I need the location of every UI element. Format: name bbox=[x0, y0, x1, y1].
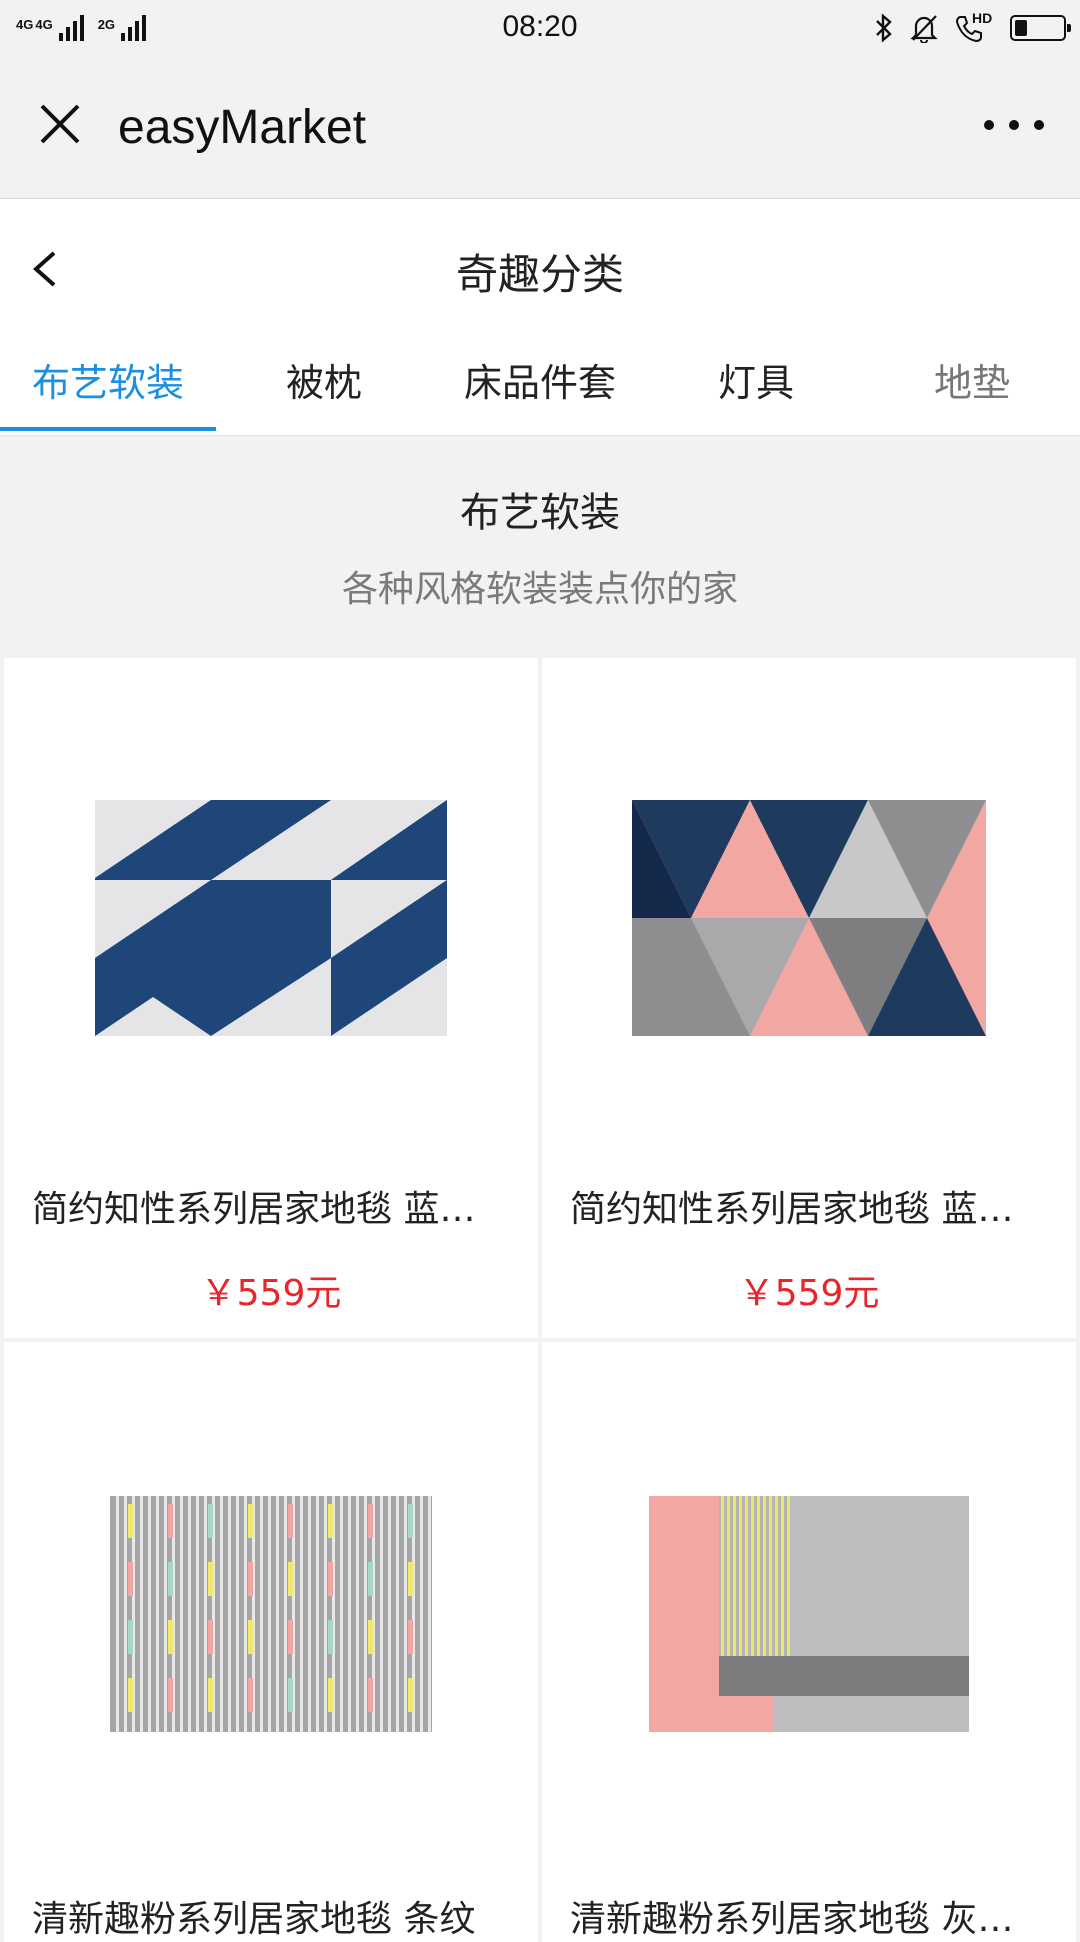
status-icons: HD bbox=[874, 10, 1071, 46]
status-bar: 4G 4G 2G 08:20 HD bbox=[0, 0, 1080, 58]
product-name: 清新趣粉系列居家地毯 条纹 bbox=[32, 1899, 476, 1940]
dot bbox=[1009, 120, 1019, 130]
category-subtitle: 各种风格软装装点你的家 bbox=[341, 569, 738, 610]
tab-lamps[interactable]: 灯具 bbox=[648, 347, 864, 435]
product-card[interactable]: 简约知性系列居家地毯 蓝白色 ￥559元 bbox=[4, 658, 538, 1338]
more-dots-icon[interactable] bbox=[984, 110, 1044, 140]
category-title: 布艺软装 bbox=[460, 490, 620, 536]
product-price: ￥559元 bbox=[200, 1273, 342, 1314]
hd-call-indicator: HD bbox=[954, 10, 994, 44]
rug-blue-white-diagonal-image bbox=[95, 800, 447, 1036]
tab-fabric-decor[interactable]: 布艺软装 bbox=[0, 347, 216, 435]
product-image bbox=[4, 1342, 538, 1886]
battery-level-fill bbox=[1015, 20, 1027, 36]
rug-triangles-pink-navy-grey-image bbox=[632, 800, 986, 1036]
product-name: 简约知性系列居家地毯 蓝白色 bbox=[32, 1189, 510, 1230]
product-image bbox=[542, 658, 1076, 1178]
app-title-bar: easyMarket bbox=[0, 58, 1080, 199]
category-tabs: 布艺软装 被枕 床品件套 灯具 地垫 bbox=[0, 347, 1080, 435]
rug-grey-stripes-image bbox=[110, 1496, 432, 1732]
bluetooth-icon bbox=[876, 13, 892, 43]
page-header: 奇趣分类 布艺软装 被枕 床品件套 灯具 地垫 bbox=[0, 199, 1080, 436]
product-image bbox=[542, 1342, 1076, 1886]
product-card[interactable]: 简约知性系列居家地毯 蓝粉色 ￥559元 bbox=[542, 658, 1076, 1338]
rug-pink-grey-yellow-stripes-image bbox=[649, 1496, 969, 1732]
app-title: easyMarket bbox=[118, 101, 367, 154]
battery-icon bbox=[1010, 15, 1071, 41]
product-card[interactable]: 清新趣粉系列居家地毯 条纹 bbox=[4, 1342, 538, 1942]
tab-floor-mats[interactable]: 地垫 bbox=[864, 347, 1080, 435]
product-price: ￥559元 bbox=[738, 1273, 880, 1314]
product-name: 简约知性系列居家地毯 蓝粉色 bbox=[570, 1189, 1048, 1230]
category-intro: 布艺软装 各种风格软装装点你的家 bbox=[0, 436, 1080, 658]
product-name: 清新趣粉系列居家地毯 灰粉色 bbox=[570, 1899, 1048, 1940]
product-image bbox=[4, 658, 538, 1178]
dot bbox=[984, 120, 994, 130]
page-title: 奇趣分类 bbox=[455, 250, 624, 299]
close-icon[interactable] bbox=[36, 100, 84, 148]
dot bbox=[1034, 120, 1044, 130]
tab-bedding-sets[interactable]: 床品件套 bbox=[432, 347, 648, 435]
product-card[interactable]: 清新趣粉系列居家地毯 灰粉色 bbox=[542, 1342, 1076, 1942]
hd-label: HD bbox=[972, 10, 993, 26]
tab-pillows[interactable]: 被枕 bbox=[216, 347, 432, 435]
bell-muted-icon bbox=[910, 15, 938, 43]
